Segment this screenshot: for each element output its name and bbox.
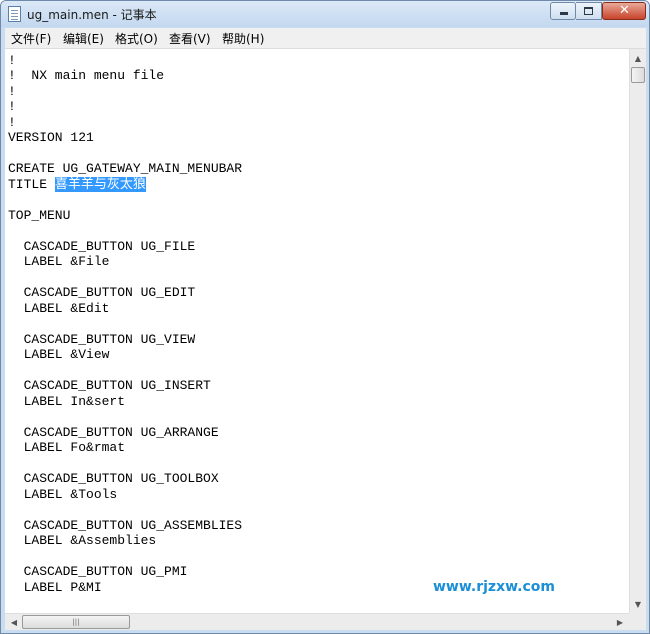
menu-help[interactable]: 帮助(H): [222, 30, 264, 47]
maximize-button[interactable]: [576, 2, 602, 20]
scrollbar-corner: [629, 613, 646, 630]
text-line: CASCADE_BUTTON UG_PMI: [8, 564, 188, 579]
text-line: CREATE UG_GATEWAY_MAIN_MENUBAR: [8, 161, 243, 176]
text-line: CASCADE_BUTTON UG_ASSEMBLIES: [8, 518, 243, 533]
text-line: LABEL &View: [8, 347, 110, 362]
title-keyword: TITLE: [8, 177, 55, 192]
notepad-window: ug_main.men - 记事本 ✕ 文件(F) 编辑(E) 格式(O) 查看…: [0, 0, 650, 634]
menu-edit[interactable]: 编辑(E): [63, 30, 104, 47]
scroll-up-icon[interactable]: ▲: [630, 50, 646, 66]
text-line: LABEL &Tools: [8, 487, 118, 502]
text-line: CASCADE_BUTTON UG_FILE: [8, 239, 196, 254]
horizontal-scroll-thumb[interactable]: |||: [22, 615, 130, 629]
vertical-scrollbar[interactable]: ▲ ▼: [629, 49, 646, 613]
text-line: LABEL &Assemblies: [8, 533, 157, 548]
minimize-button[interactable]: [550, 2, 576, 20]
horizontal-scrollbar[interactable]: ◀ ||| ▶: [5, 613, 629, 630]
text-line: LABEL In&sert: [8, 394, 126, 409]
text-line: CASCADE_BUTTON UG_INSERT: [8, 378, 211, 393]
close-button[interactable]: ✕: [602, 2, 646, 20]
text-line: !: [8, 115, 16, 130]
menu-file[interactable]: 文件(F): [11, 30, 51, 47]
maximize-icon: [584, 7, 593, 15]
watermark-text: www.rjzxw.com: [433, 579, 555, 595]
text-line: !: [8, 99, 16, 114]
close-icon: ✕: [619, 3, 630, 18]
scroll-down-icon[interactable]: ▼: [630, 596, 646, 612]
vertical-scroll-thumb[interactable]: [631, 67, 645, 83]
text-editor[interactable]: ! ! NX main menu file ! ! ! VERSION 121 …: [5, 49, 629, 613]
minimize-icon: [560, 12, 568, 15]
menu-format[interactable]: 格式(O): [115, 30, 158, 47]
text-line: CASCADE_BUTTON UG_ARRANGE: [8, 425, 219, 440]
text-line: CASCADE_BUTTON UG_EDIT: [8, 285, 196, 300]
text-line: ! NX main menu file: [8, 68, 165, 83]
text-line: LABEL &File: [8, 254, 110, 269]
text-line: LABEL &Edit: [8, 301, 110, 316]
selected-text[interactable]: 喜羊羊与灰太狼: [54, 177, 146, 192]
text-line: VERSION 121: [8, 130, 94, 145]
text-line: LABEL P&MI: [8, 580, 102, 595]
title-line: TITLE 喜羊羊与灰太狼: [8, 177, 146, 192]
text-line: CASCADE_BUTTON UG_VIEW: [8, 332, 196, 347]
text-line: CASCADE_BUTTON UG_TOOLBOX: [8, 471, 219, 486]
scroll-left-icon[interactable]: ◀: [6, 614, 22, 630]
text-line: LABEL Fo&rmat: [8, 440, 126, 455]
window-title: ug_main.men - 记事本: [27, 8, 157, 22]
title-bar[interactable]: ug_main.men - 记事本 ✕: [1, 1, 649, 27]
menu-view[interactable]: 查看(V): [169, 30, 211, 47]
scroll-right-icon[interactable]: ▶: [612, 614, 628, 630]
text-line: TOP_MENU: [8, 208, 71, 223]
text-line: !: [8, 53, 16, 68]
menu-bar: 文件(F) 编辑(E) 格式(O) 查看(V) 帮助(H): [5, 28, 646, 49]
text-line: !: [8, 84, 16, 99]
notepad-icon[interactable]: [8, 6, 21, 22]
